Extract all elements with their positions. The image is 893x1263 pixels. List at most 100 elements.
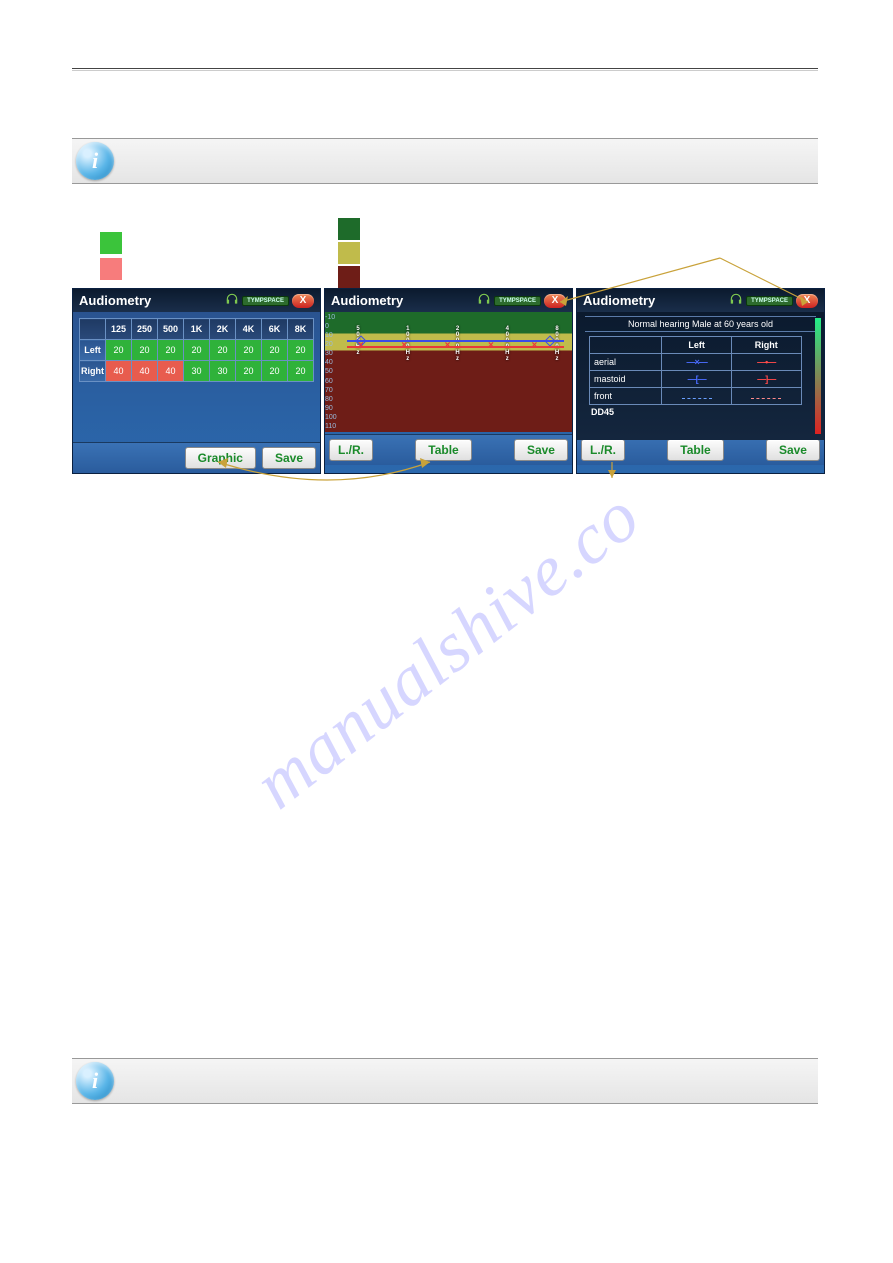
legend-symbol-left: —×—	[662, 354, 732, 371]
panel-table: Audiometry TYMPSPACE X 125 250 500 1K	[72, 288, 321, 474]
table-cell: 20	[132, 340, 158, 361]
save-button[interactable]: Save	[766, 439, 820, 461]
swatch-zone-loss	[338, 266, 360, 288]
table-cell: 20	[184, 340, 210, 361]
legend-body: Normal hearing Male at 60 years old Left…	[577, 312, 824, 440]
panel-title-text: Audiometry	[79, 293, 151, 308]
audiogram-chart: -100102030405060708090100110 500Hz1000Hz…	[325, 312, 572, 432]
panel-title-text: Audiometry	[583, 293, 655, 308]
save-button[interactable]: Save	[514, 439, 568, 461]
save-button[interactable]: Save	[262, 447, 316, 469]
table-body: 125 250 500 1K 2K 4K 6K 8K Left202020202…	[73, 312, 320, 442]
lr-button[interactable]: L./R.	[581, 439, 625, 461]
graph-body: -100102030405060708090100110 500Hz1000Hz…	[325, 312, 572, 434]
table-button[interactable]: Table	[415, 439, 471, 461]
legend-symbol-left: —[—	[662, 371, 732, 388]
legend-symbol-left	[662, 388, 732, 405]
legend-symbol-right	[731, 388, 801, 405]
legend-symbol-right: —]—	[731, 371, 801, 388]
table-header: 8K	[288, 319, 314, 340]
table-corner	[80, 319, 106, 340]
info-bar-top: i	[72, 138, 818, 184]
y-tick: 90	[325, 405, 343, 412]
table-cell: 20	[288, 340, 314, 361]
table-row: Left2020202020202020	[80, 340, 314, 361]
y-tick: 20	[325, 341, 343, 348]
legend-row-label: aerial	[590, 354, 662, 371]
table-cell: 20	[262, 361, 288, 382]
table-header: 2K	[210, 319, 236, 340]
legend-table: Left Right aerial —×— —•— mastoid —[— —]…	[589, 336, 802, 405]
table-header: 500	[158, 319, 184, 340]
panel-footer: Graphic Save	[73, 442, 320, 473]
y-tick: 30	[325, 350, 343, 357]
legend-row: aerial —×— —•—	[590, 354, 802, 371]
close-button[interactable]: X	[292, 294, 314, 308]
y-tick: 100	[325, 414, 343, 421]
legend-col-right: Right	[731, 337, 801, 354]
table-header: 4K	[236, 319, 262, 340]
table-button[interactable]: Table	[667, 439, 723, 461]
panel-graph: Audiometry TYMPSPACE X -1001020304050607…	[324, 288, 573, 474]
y-tick: 50	[325, 368, 343, 375]
legend-row-label: front	[590, 388, 662, 405]
legend-caption: Normal hearing Male at 60 years old	[585, 316, 816, 332]
table-cell: 30	[210, 361, 236, 382]
graphic-button[interactable]: Graphic	[185, 447, 256, 469]
panel-title-bar: Audiometry TYMPSPACE X	[577, 289, 824, 312]
lr-button[interactable]: L./R.	[329, 439, 373, 461]
legend-corner	[590, 337, 662, 354]
swatch-zone-mild	[338, 242, 360, 264]
y-tick: -10	[325, 314, 343, 321]
table-row: Right4040403030202020	[80, 361, 314, 382]
y-tick: 80	[325, 396, 343, 403]
table-cell: 20	[288, 361, 314, 382]
status-pill: TYMPSPACE	[746, 296, 793, 306]
legend-row: mastoid —[— —]—	[590, 371, 802, 388]
table-header: 250	[132, 319, 158, 340]
y-tick: 60	[325, 378, 343, 385]
status-pill: TYMPSPACE	[242, 296, 289, 306]
row-label: Left	[80, 340, 106, 361]
legend-color-bar	[815, 318, 821, 434]
close-button[interactable]: X	[796, 294, 818, 308]
info-bar-bottom: i	[72, 1058, 818, 1104]
row-label: Right	[80, 361, 106, 382]
status-pill: TYMPSPACE	[494, 296, 541, 306]
table-cell: 30	[184, 361, 210, 382]
table-header: 6K	[262, 319, 288, 340]
freq-label: 4000Hz	[498, 326, 516, 362]
legend-symbol-right: —•—	[731, 354, 801, 371]
audiometry-table: 125 250 500 1K 2K 4K 6K 8K Left202020202…	[79, 318, 314, 382]
table-cell: 20	[236, 361, 262, 382]
table-cell: 20	[158, 340, 184, 361]
y-tick: 110	[325, 423, 343, 430]
y-tick: 0	[325, 323, 343, 330]
table-cell: 40	[158, 361, 184, 382]
panel-title-bar: Audiometry TYMPSPACE X	[73, 289, 320, 312]
headphone-icon	[225, 292, 239, 309]
table-header: 1K	[184, 319, 210, 340]
table-cell: 20	[236, 340, 262, 361]
watermark: manualshive.co	[238, 474, 655, 825]
swatch-normal-bad	[100, 258, 122, 280]
swatch-normal-ok	[100, 232, 122, 254]
legend-body-wrap: Normal hearing Male at 60 years old Left…	[577, 312, 824, 434]
swatch-zone-normal	[338, 218, 360, 240]
table-cell: 20	[262, 340, 288, 361]
divider-top	[72, 68, 818, 69]
right-ear-line: × × × × ×	[347, 346, 564, 348]
table-header: 125	[106, 319, 132, 340]
table-cell: 20	[210, 340, 236, 361]
legend-col-left: Left	[662, 337, 732, 354]
table-cell: 40	[132, 361, 158, 382]
close-button[interactable]: X	[544, 294, 566, 308]
info-icon: i	[76, 142, 114, 180]
freq-label: 2000Hz	[449, 326, 467, 362]
panel-title-text: Audiometry	[331, 293, 403, 308]
headphone-icon	[729, 292, 743, 309]
info-icon: i	[76, 1062, 114, 1100]
panel-legend: Audiometry TYMPSPACE X Normal hearing Ma…	[576, 288, 825, 474]
panel-title-bar: Audiometry TYMPSPACE X	[325, 289, 572, 312]
divider-top-shadow	[72, 70, 818, 71]
